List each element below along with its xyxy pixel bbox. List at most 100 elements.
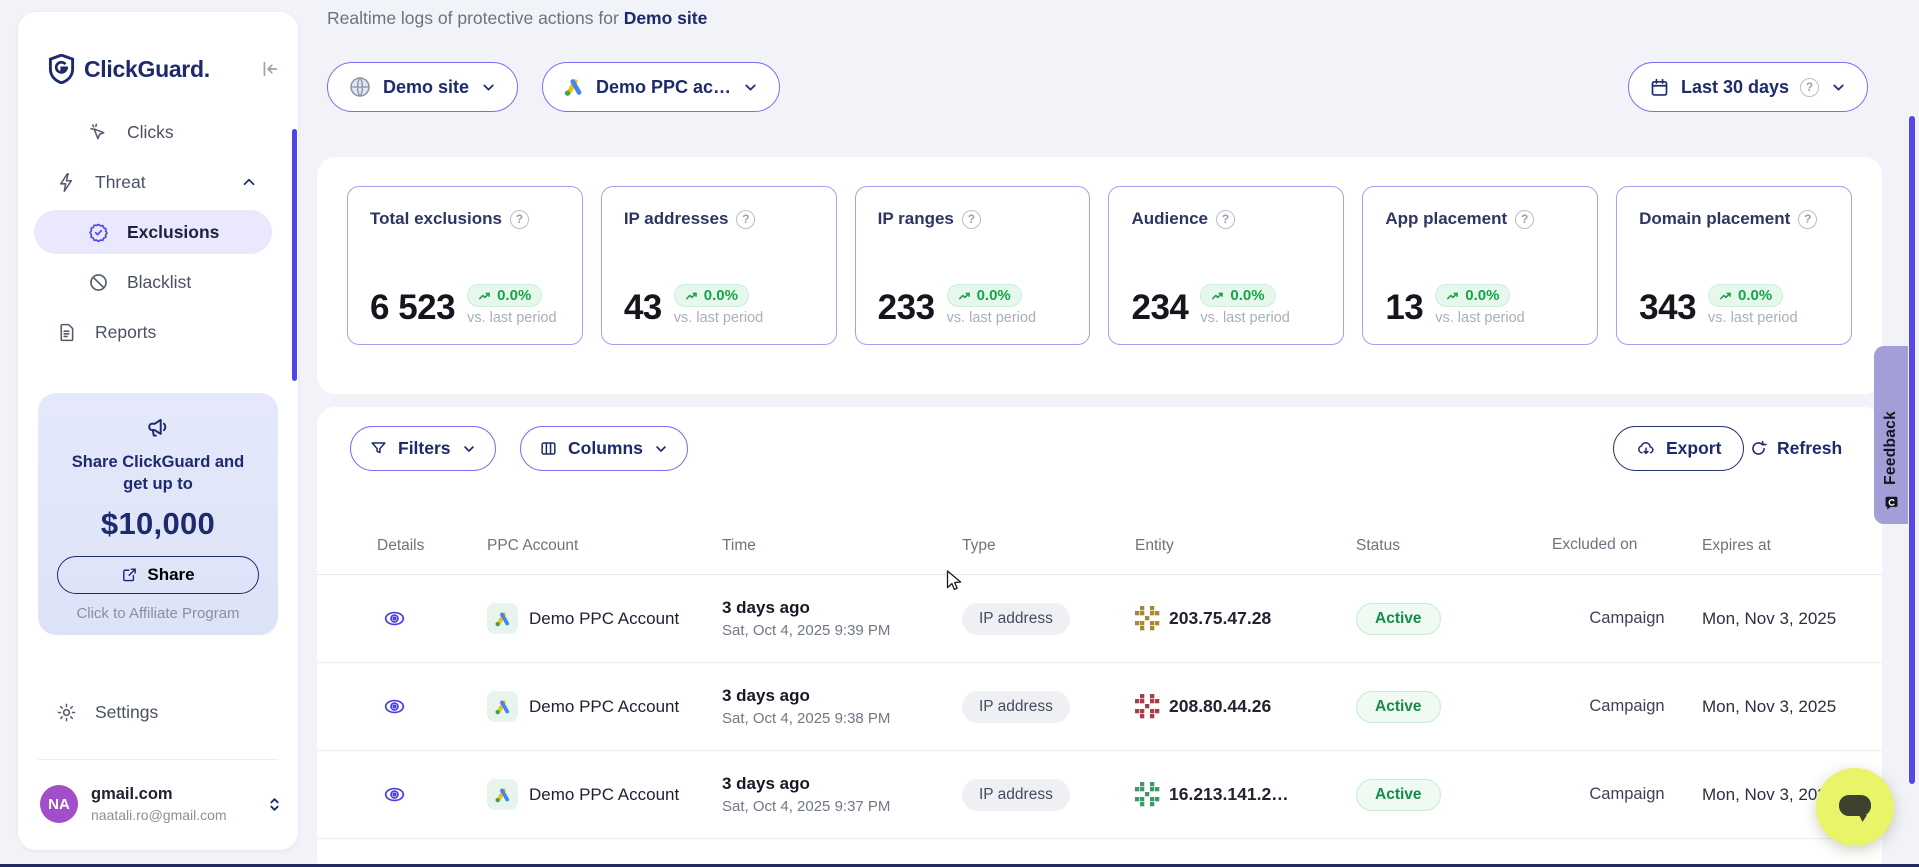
document-icon — [56, 322, 77, 343]
col-header-status[interactable]: Status — [1356, 537, 1552, 555]
stat-value: 234 — [1131, 288, 1188, 328]
help-icon[interactable]: ? — [1216, 210, 1235, 229]
sidebar-collapse-icon[interactable] — [258, 58, 280, 80]
sidebar-item-label: Threat — [95, 172, 146, 193]
trend-up-icon — [958, 289, 972, 303]
export-button-label: Export — [1666, 438, 1721, 459]
affiliate-promo-card[interactable]: Share ClickGuard and get up to $10,000 S… — [38, 393, 278, 635]
stat-card-total-exclusions: Total exclusions? 6 523 0.0% vs. last pe… — [347, 186, 583, 345]
columns-icon — [539, 439, 558, 458]
external-link-icon — [121, 566, 138, 583]
feedback-label: Feedback — [1882, 411, 1900, 485]
col-header-details[interactable]: Details — [377, 537, 487, 555]
brand-name: ClickGuard. — [84, 56, 210, 83]
trend-up-icon — [478, 289, 492, 303]
stat-value: 6 523 — [370, 288, 455, 328]
stat-label: Total exclusions — [370, 209, 502, 229]
stat-change: 0.0% — [704, 287, 738, 304]
stat-value: 43 — [624, 288, 662, 328]
help-icon[interactable]: ? — [962, 210, 981, 229]
help-icon[interactable]: ? — [510, 210, 529, 229]
stat-card-app-placement: App placement? 13 0.0% vs. last period — [1362, 186, 1598, 345]
help-icon[interactable]: ? — [1798, 210, 1817, 229]
col-header-time[interactable]: Time — [722, 537, 962, 555]
account-switcher[interactable]: NA gmail.com naatali.ro@gmail.com — [40, 776, 284, 832]
help-icon: ? — [1800, 78, 1819, 97]
refresh-button-label: Refresh — [1777, 438, 1842, 459]
cursor-click-icon — [88, 122, 109, 143]
stat-card-ip-ranges: IP ranges? 233 0.0% vs. last period — [855, 186, 1091, 345]
sidebar-scrollbar-thumb[interactable] — [292, 129, 297, 381]
trend-up-icon — [1211, 289, 1225, 303]
stat-card-domain-placement: Domain placement? 343 0.0% vs. last peri… — [1616, 186, 1852, 345]
share-button[interactable]: Share — [57, 556, 259, 594]
entity-identicon — [1135, 694, 1160, 719]
time-absolute: Sat, Oct 4, 2025 9:38 PM — [722, 710, 962, 727]
ban-icon — [88, 272, 109, 293]
sidebar-item-settings[interactable]: Settings — [18, 688, 298, 736]
promo-amount: $10,000 — [38, 506, 278, 542]
table-row[interactable]: Demo PPC Account 3 days agoSat, Oct 4, 2… — [317, 751, 1882, 839]
feedback-tab[interactable]: Feedback — [1874, 346, 1908, 524]
chat-launcher-button[interactable] — [1816, 768, 1894, 846]
ppc-account-selector[interactable]: Demo PPC ac… — [542, 62, 780, 112]
chevrons-up-down-icon — [265, 795, 284, 814]
date-range-selector[interactable]: Last 30 days ? — [1628, 62, 1868, 112]
cloud-download-icon — [1636, 439, 1656, 459]
col-header-account[interactable]: PPC Account — [487, 537, 722, 555]
sidebar-divider — [38, 759, 278, 760]
google-ads-icon — [487, 691, 518, 722]
details-eye-icon[interactable] — [379, 779, 410, 810]
table-row[interactable]: Demo PPC Account 3 days agoSat, Oct 4, 2… — [317, 575, 1882, 663]
site-selector[interactable]: Demo site — [327, 62, 518, 112]
filters-button[interactable]: Filters — [350, 426, 496, 471]
sidebar-item-reports[interactable]: Reports — [18, 308, 298, 356]
badge-check-icon — [88, 222, 109, 243]
columns-button-label: Columns — [568, 438, 643, 459]
col-header-expires-at[interactable]: Expires at — [1702, 537, 1862, 555]
expires-at-value: Mon, Nov 3, 2025 — [1702, 609, 1862, 629]
expires-at-value: Mon, Nov 3, 2025 — [1702, 697, 1862, 717]
col-header-excluded-on[interactable]: Excluded on — [1552, 536, 1637, 553]
time-relative: 3 days ago — [722, 686, 962, 706]
stat-value: 343 — [1639, 288, 1696, 328]
subtitle-site-name: Demo site — [624, 8, 708, 28]
sidebar-item-exclusions[interactable]: Exclusions — [18, 208, 298, 256]
export-button[interactable]: Export — [1613, 426, 1744, 471]
columns-button[interactable]: Columns — [520, 426, 688, 471]
page-scrollbar-thumb[interactable] — [1909, 116, 1915, 784]
sidebar: ClickGuard. Clicks Threat E — [18, 12, 298, 850]
time-relative: 3 days ago — [722, 774, 962, 794]
stat-change: 0.0% — [977, 287, 1011, 304]
col-header-type[interactable]: Type — [962, 537, 1135, 555]
stats-panel: Total exclusions? 6 523 0.0% vs. last pe… — [317, 157, 1882, 394]
details-eye-icon[interactable] — [379, 603, 410, 634]
user-email: naatali.ro@gmail.com — [91, 807, 227, 823]
sidebar-item-label: Exclusions — [127, 222, 219, 243]
affiliate-program-link[interactable]: Click to Affiliate Program — [38, 605, 278, 622]
help-icon[interactable]: ? — [1515, 210, 1534, 229]
refresh-button[interactable]: Refresh — [1749, 426, 1842, 471]
sidebar-item-blacklist[interactable]: Blacklist — [18, 258, 298, 306]
ppc-account-selector-value: Demo PPC ac… — [596, 77, 731, 98]
table-body: Demo PPC Account 3 days agoSat, Oct 4, 2… — [317, 575, 1882, 867]
google-ads-icon — [563, 76, 585, 98]
sidebar-item-label: Reports — [95, 322, 156, 343]
chevron-down-icon — [653, 441, 669, 457]
stat-card-audience: Audience? 234 0.0% vs. last period — [1108, 186, 1344, 345]
table-row[interactable]: Demo PPC Account 3 days agoSat, Oct 4, 2… — [317, 663, 1882, 751]
chat-bubble-icon — [1835, 789, 1875, 825]
page-subtitle: Realtime logs of protective actions for … — [327, 8, 707, 29]
sidebar-item-threat[interactable]: Threat — [18, 158, 298, 206]
table-row-partial[interactable]: 3 days ago — [317, 839, 1882, 867]
col-header-entity[interactable]: Entity — [1135, 537, 1356, 555]
sidebar-item-label: Blacklist — [127, 272, 191, 293]
sidebar-item-clicks[interactable]: Clicks — [18, 108, 298, 156]
calendar-icon — [1649, 77, 1670, 98]
subtitle-text: Realtime logs of protective actions for — [327, 8, 619, 28]
help-icon[interactable]: ? — [736, 210, 755, 229]
details-eye-icon[interactable] — [379, 691, 410, 722]
stat-label: IP ranges — [878, 209, 954, 229]
status-badge: Active — [1356, 779, 1441, 811]
chevron-down-icon — [1830, 79, 1847, 96]
